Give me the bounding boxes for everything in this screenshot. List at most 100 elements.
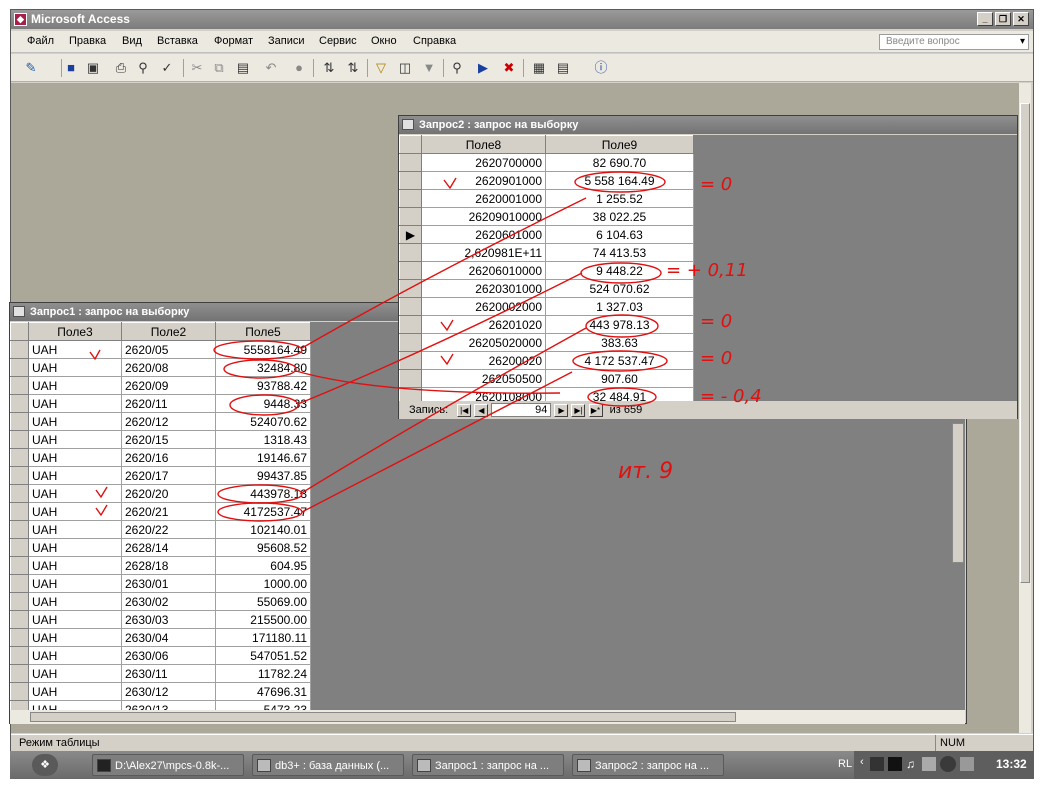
table-cell[interactable]: UAH	[28, 466, 122, 485]
table-row[interactable]: UAH 2620/09 93788.42	[10, 376, 311, 395]
table-cell[interactable]: 2628/18	[121, 556, 216, 575]
table-cell[interactable]: 907.60	[545, 369, 694, 388]
query2-title-bar[interactable]: Запрос2 : запрос на выборку	[399, 116, 1017, 134]
table-cell[interactable]: 2630/03	[121, 610, 216, 629]
table-cell[interactable]: UAH	[28, 412, 122, 431]
table-row[interactable]: 2620901000 5 558 164.49	[399, 171, 694, 190]
help-question-box[interactable]: Введите вопрос	[879, 34, 1029, 50]
table-cell[interactable]: 383.63	[545, 333, 694, 352]
table-row[interactable]: UAH 2630/01 1000.00	[10, 574, 311, 593]
table-cell[interactable]: 2620/09	[121, 376, 216, 395]
first-record-button[interactable]: |◀	[457, 403, 472, 417]
menu-tools[interactable]: Сервис	[319, 35, 357, 47]
cut-icon[interactable]: ✂	[187, 58, 207, 78]
table-row[interactable]: UAH 2620/12 524070.62	[10, 412, 311, 431]
table-row[interactable]: 2620002000 1 327.03	[399, 297, 694, 316]
table-row[interactable]: UAH 2620/15 1318.43	[10, 430, 311, 449]
table-cell[interactable]: UAH	[28, 646, 122, 665]
table-row[interactable]: UAH 2630/02 55069.00	[10, 592, 311, 611]
table-cell[interactable]: UAH	[28, 358, 122, 377]
table-cell[interactable]: 2620108000	[421, 387, 546, 401]
table-cell[interactable]: 547051.52	[215, 646, 311, 665]
prev-record-button[interactable]: ◀	[474, 403, 489, 417]
minimize-button[interactable]: _	[977, 12, 993, 26]
help-icon[interactable]: ⓘ	[591, 58, 611, 78]
row-selector[interactable]	[10, 484, 29, 503]
sort-asc-icon[interactable]: ⇅	[319, 58, 339, 78]
last-record-button[interactable]: ▶|	[571, 403, 586, 417]
print-preview-icon[interactable]: ⚲	[133, 58, 153, 78]
table-cell[interactable]: UAH	[28, 664, 122, 683]
row-selector[interactable]	[10, 502, 29, 521]
table-cell[interactable]: UAH	[28, 538, 122, 557]
table-cell[interactable]: 2620/20	[121, 484, 216, 503]
table-cell[interactable]: 443 978.13	[545, 315, 694, 334]
tray-chevron-icon[interactable]: ‹	[860, 756, 864, 768]
row-selector[interactable]	[10, 646, 29, 665]
table-row[interactable]: UAH 2628/14 95608.52	[10, 538, 311, 557]
table-cell[interactable]: 5558164.49	[215, 340, 311, 359]
row-selector[interactable]	[10, 358, 29, 377]
row-selector[interactable]	[10, 628, 29, 647]
menu-view[interactable]: Вид	[122, 35, 142, 47]
table-row[interactable]: UAH 2620/17 99437.85	[10, 466, 311, 485]
table-cell[interactable]: UAH	[28, 520, 122, 539]
restore-button[interactable]: ❐	[995, 12, 1011, 26]
table-row[interactable]: UAH 2630/12 47696.31	[10, 682, 311, 701]
table-cell[interactable]: 19146.67	[215, 448, 311, 467]
menu-window[interactable]: Окно	[371, 35, 397, 47]
table-cell[interactable]: UAH	[28, 340, 122, 359]
table-cell[interactable]: 9448.33	[215, 394, 311, 413]
table-cell[interactable]: 2,620981E+11	[421, 243, 546, 262]
query1-horizontal-scrollbar[interactable]	[10, 710, 965, 724]
table-cell[interactable]: 2620/11	[121, 394, 216, 413]
menu-insert[interactable]: Вставка	[157, 35, 198, 47]
table-cell[interactable]: 2630/02	[121, 592, 216, 611]
table-cell[interactable]: UAH	[28, 376, 122, 395]
print-icon[interactable]: ⎙	[111, 58, 131, 78]
row-selector[interactable]	[399, 243, 422, 262]
hyperlink-icon[interactable]: ●	[289, 58, 309, 78]
table-cell[interactable]: 2630/01	[121, 574, 216, 593]
workspace-vertical-scrollbar[interactable]	[1019, 83, 1031, 733]
row-selector[interactable]	[399, 369, 422, 388]
table-cell[interactable]: UAH	[28, 394, 122, 413]
filter-selection-icon[interactable]: ▽	[371, 58, 391, 78]
task-query2[interactable]: Запрос2 : запрос на ...	[572, 754, 724, 776]
row-selector[interactable]	[10, 574, 29, 593]
table-row[interactable]: 262050500 907.60	[399, 369, 694, 388]
undo-icon[interactable]: ↶	[261, 58, 281, 78]
new-record-nav-button[interactable]: ▶*	[588, 403, 603, 417]
row-selector[interactable]	[10, 412, 29, 431]
table-cell[interactable]: 32 484.91	[545, 387, 694, 401]
q1-col-header-1[interactable]: Поле3	[28, 322, 122, 341]
table-row[interactable]: UAH 2620/16 19146.67	[10, 448, 311, 467]
table-cell[interactable]: UAH	[28, 574, 122, 593]
table-cell[interactable]: 2620901000	[421, 171, 546, 190]
row-selector[interactable]	[399, 333, 422, 352]
save-icon[interactable]: ■	[61, 58, 81, 78]
apply-filter-icon[interactable]: ▼	[419, 58, 439, 78]
row-selector[interactable]	[10, 466, 29, 485]
table-cell[interactable]: 443978.13	[215, 484, 311, 503]
table-cell[interactable]: 2620/08	[121, 358, 216, 377]
menu-records[interactable]: Записи	[268, 35, 305, 47]
table-row[interactable]: 26201020 443 978.13	[399, 315, 694, 334]
table-cell[interactable]: 171180.11	[215, 628, 311, 647]
disconnected-icon[interactable]	[922, 757, 936, 771]
table-row[interactable]: 2620108000 32 484.91	[399, 387, 694, 401]
database-window-icon[interactable]: ▦	[529, 58, 549, 78]
table-cell[interactable]: 26205020000	[421, 333, 546, 352]
table-cell[interactable]: UAH	[28, 448, 122, 467]
table-row[interactable]: 2620001000 1 255.52	[399, 189, 694, 208]
table-cell[interactable]: 4172537.47	[215, 502, 311, 521]
record-number-field[interactable]: 94	[491, 403, 552, 418]
row-selector[interactable]	[10, 448, 29, 467]
table-row[interactable]: UAH 2630/06 547051.52	[10, 646, 311, 665]
task-query1[interactable]: Запрос1 : запрос на ...	[412, 754, 564, 776]
table-cell[interactable]: UAH	[28, 682, 122, 701]
table-row[interactable]: UAH 2630/03 215500.00	[10, 610, 311, 629]
table-cell[interactable]: 32484.80	[215, 358, 311, 377]
row-selector[interactable]	[10, 610, 29, 629]
table-cell[interactable]: 2620301000	[421, 279, 546, 298]
